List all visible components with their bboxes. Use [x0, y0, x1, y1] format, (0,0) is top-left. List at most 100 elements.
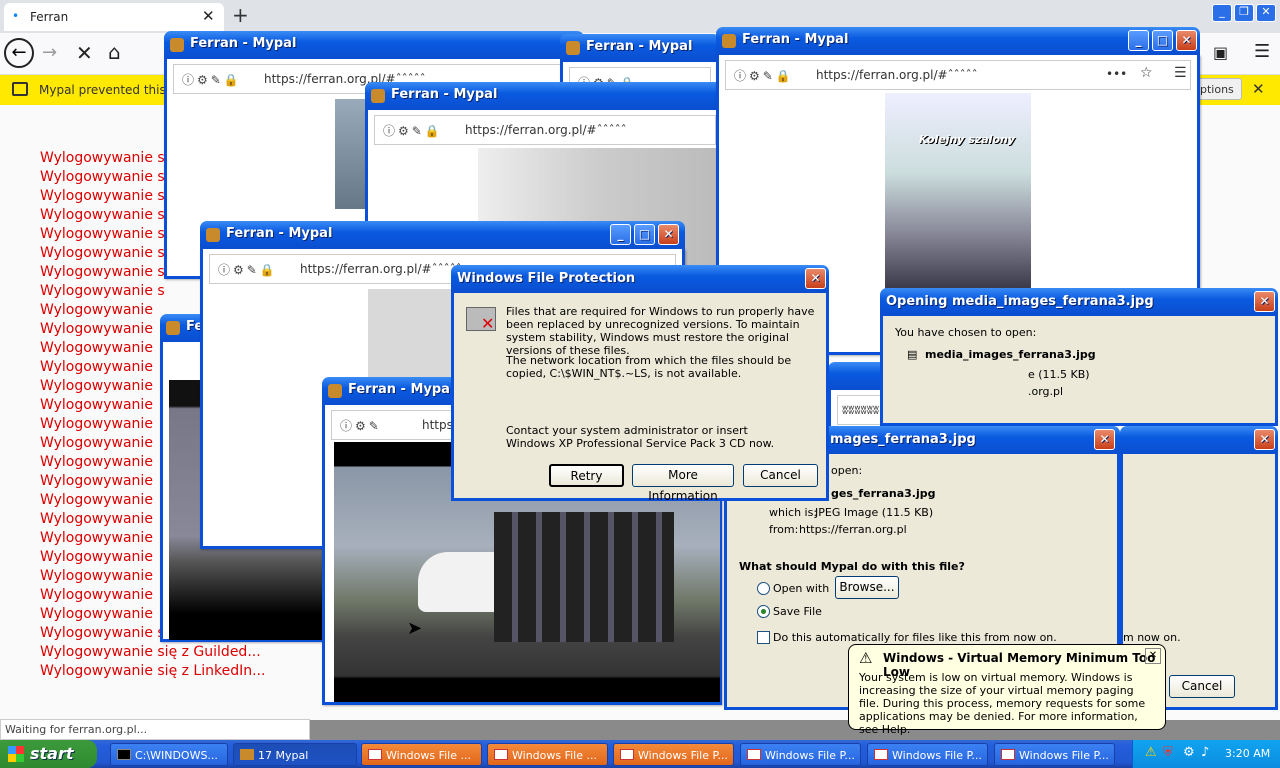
infobar-close-icon[interactable]: ✕ [1252, 80, 1265, 98]
popup-g-title: Ferran - Mypal [742, 32, 849, 47]
logout-line: Wylogowywanie [40, 397, 153, 413]
bookmark-star-icon[interactable]: ☆ [1140, 65, 1153, 81]
virtual-memory-balloon[interactable]: ⚠ Windows - Virtual Memory Minimum Too L… [848, 644, 1166, 736]
save-file-radio[interactable] [757, 605, 770, 618]
auto-checkbox[interactable] [757, 631, 770, 644]
forward-arrow-icon[interactable]: → [42, 42, 57, 63]
close-button[interactable]: ✕ [1254, 429, 1275, 450]
taskbar-mypal[interactable]: 17 Mypal [233, 743, 357, 766]
popup-blocked-icon [12, 82, 28, 96]
window-restore-button[interactable]: ❐ [1234, 4, 1254, 22]
shield-tray-icon[interactable]: ⛨ [1163, 745, 1173, 760]
which-value: JPEG Image (11.5 KB) [815, 506, 934, 519]
infobar-options-button[interactable]: ptions [1196, 78, 1242, 100]
file-icon: ▤ [907, 348, 918, 361]
popup-g-url-bar[interactable]: ⓘ⚙✎🔒 https://ferran.org.pl/#ˆˆˆˆˆ ••• ☆ ☰ [725, 60, 1191, 90]
volume-tray-icon[interactable]: ♪ [1201, 745, 1209, 760]
window-minimize-button[interactable]: _ [1212, 4, 1232, 22]
browse-button[interactable]: Browse... [835, 576, 899, 599]
balloon-close-icon[interactable]: ✕ [1145, 648, 1161, 664]
which-label: which is: [769, 506, 818, 519]
chosen-label: You have chosen to open: [895, 326, 1037, 339]
taskbar-wfp-2[interactable]: Windows File ... [487, 743, 608, 766]
popup-b-titlebar[interactable]: Ferran - Mypal [560, 34, 720, 62]
opening-right-titlebar[interactable]: ✕ [1120, 426, 1278, 454]
close-button[interactable]: ✕ [658, 224, 679, 245]
wfp-titlebar[interactable]: Windows File Protection ✕ [451, 265, 829, 293]
windows-logo-icon [8, 746, 24, 762]
home-icon[interactable]: ⌂ [108, 40, 121, 64]
logout-line: Wylogowywanie [40, 302, 153, 318]
more-icon[interactable]: ••• [1106, 67, 1127, 81]
taskbar-cmd[interactable]: C:\WINDOWS... [110, 743, 228, 766]
retry-button[interactable]: Retry [549, 464, 624, 487]
tab-ferran[interactable]: • Ferran ✕ [4, 3, 224, 31]
warning-tray-icon[interactable]: ⚠ [1145, 745, 1157, 760]
logout-line: Wylogowywanie [40, 454, 153, 470]
wfp-message-1: Files that are required for Windows to r… [506, 305, 815, 357]
taskbar-cmd-label: C:\WINDOWS... [135, 749, 218, 762]
minimize-button[interactable]: _ [1128, 30, 1149, 51]
logout-line: Wylogowywanie [40, 587, 153, 603]
popup-e-titlebar[interactable]: Ferran - Mypal _ □ ✕ [200, 221, 685, 249]
tab-close-icon[interactable]: ✕ [202, 7, 215, 25]
popup-a-titlebar[interactable]: Ferran - Mypal [164, 31, 584, 59]
taskbar-wfp-4[interactable]: Windows File P... [740, 743, 861, 766]
close-button[interactable]: ✕ [1176, 30, 1197, 51]
logout-line: Wylogowywanie [40, 606, 153, 622]
wfp-title: Windows File Protection [457, 271, 636, 286]
taskbar-wfp-5-label: Windows File P... [892, 749, 982, 762]
window-close-button[interactable]: ✕ [1256, 4, 1276, 22]
taskbar-wfp-3[interactable]: Windows File P... [613, 743, 734, 766]
sidebar-icon[interactable]: ▣ [1213, 43, 1228, 62]
mypal-icon [566, 41, 580, 55]
cancel-button[interactable]: Cancel [1169, 675, 1235, 698]
opening-back-titlebar[interactable]: Opening media_images_ferrana3.jpg ✕ [880, 288, 1278, 316]
popup-g-url: https://ferran.org.pl/#ˆˆˆˆˆ [816, 68, 978, 82]
popup-c-url: https://ferran.org.pl/#ˆˆˆˆˆ [465, 123, 627, 137]
maximize-button[interactable]: □ [634, 224, 655, 245]
new-tab-icon[interactable]: + [232, 3, 249, 27]
from-label: from: [769, 523, 799, 536]
people [494, 512, 674, 642]
auto-label-tail: m now on. [1123, 631, 1181, 644]
close-button[interactable]: ✕ [1094, 429, 1115, 450]
mypal-icon [722, 34, 736, 48]
open-with-radio[interactable] [757, 582, 770, 595]
taskbar-wfp-6-label: Windows File P... [1019, 749, 1109, 762]
start-button[interactable]: start [0, 740, 97, 768]
loading-icon: • [12, 9, 20, 23]
menu-icon[interactable]: ☰ [1254, 41, 1270, 62]
popup-c-titlebar[interactable]: Ferran - Mypal [365, 82, 725, 110]
stop-icon[interactable]: ✕ [76, 41, 93, 65]
popup-e-photo [368, 289, 458, 389]
question-label: What should Mypal do with this file? [739, 560, 965, 573]
mypal-icon [371, 89, 385, 103]
popup-c-url-bar[interactable]: ⓘ⚙✎🔒 https://ferran.org.pl/#ˆˆˆˆˆ [374, 115, 716, 145]
window-icon [620, 749, 634, 760]
taskbar-wfp-4-label: Windows File P... [765, 749, 855, 762]
popup-g-titlebar[interactable]: Ferran - Mypal _ □ ✕ [716, 27, 1200, 55]
maximize-button[interactable]: □ [1152, 30, 1173, 51]
taskbar-wfp-6[interactable]: Windows File P... [994, 743, 1115, 766]
back-arrow-icon[interactable]: ← [4, 38, 34, 68]
minimize-button[interactable]: _ [610, 224, 631, 245]
cancel-button[interactable]: Cancel [743, 464, 818, 487]
window-icon [494, 749, 508, 760]
tiktok-photo: Kolejny szalony [885, 93, 1031, 293]
clock[interactable]: 3:20 AM [1225, 747, 1270, 760]
close-button[interactable]: ✕ [1254, 291, 1275, 312]
status-bar: Waiting for ferran.org.pl... [0, 719, 310, 740]
close-button[interactable]: ✕ [805, 268, 826, 289]
menu-icon[interactable]: ☰ [1174, 65, 1187, 81]
taskbar-wfp-5[interactable]: Windows File P... [867, 743, 988, 766]
opening-dialog-back[interactable]: Opening media_images_ferrana3.jpg ✕ You … [880, 288, 1278, 426]
logout-line: Wylogowywanie [40, 549, 153, 565]
popup-h-url: ʬʬʬʬʬʬ [842, 403, 880, 417]
filename: ges_ferrana3.jpg [831, 487, 936, 500]
logout-line: Wylogowywanie [40, 492, 153, 508]
wfp-dialog[interactable]: Windows File Protection ✕ ✕ Files that a… [451, 265, 829, 503]
taskbar-wfp-1[interactable]: Windows File ... [361, 743, 482, 766]
more-information-button[interactable]: More Information [632, 464, 734, 503]
network-tray-icon[interactable]: ⚙ [1183, 745, 1195, 760]
